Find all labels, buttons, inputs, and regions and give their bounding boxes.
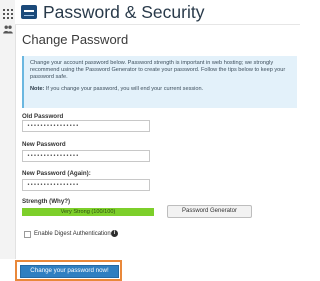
new-password-again-input[interactable]: ••••••••••••••••	[22, 179, 150, 191]
submit-highlight: Change your password now!	[15, 260, 122, 281]
users-icon[interactable]	[3, 25, 13, 34]
note-label: Note:	[30, 85, 45, 92]
digest-auth-checkbox[interactable]	[24, 231, 31, 238]
strength-text: Very Strong (100/100)	[60, 209, 116, 215]
grid-icon[interactable]	[3, 9, 13, 19]
digest-auth-label[interactable]: Enable Digest Authentication	[34, 230, 111, 238]
note-text: If you change your password, you will en…	[44, 85, 204, 92]
note-line: Note: If you change your password, you w…	[30, 86, 291, 93]
old-password-input[interactable]: ••••••••••••••••	[22, 120, 150, 132]
info-text: Change your account password below. Pass…	[30, 60, 286, 81]
new-password-label: New Password	[22, 141, 66, 148]
section-title: Change Password	[22, 32, 129, 47]
left-sidebar	[0, 0, 16, 259]
strength-label[interactable]: Strength (Why?)	[22, 198, 70, 205]
password-generator-button[interactable]: Password Generator	[167, 205, 252, 218]
app-logo-icon	[21, 5, 37, 19]
page-header: Password & Security	[15, 0, 300, 25]
change-password-button[interactable]: Change your password now!	[20, 265, 119, 278]
info-box: Change your account password below. Pass…	[22, 56, 297, 108]
info-icon[interactable]: i	[111, 230, 118, 237]
new-password-again-label: New Password (Again):	[22, 170, 91, 177]
old-password-label: Old Password	[22, 113, 64, 120]
page-title: Password & Security	[43, 2, 205, 22]
new-password-input[interactable]: ••••••••••••••••	[22, 150, 150, 162]
strength-meter: Very Strong (100/100)	[22, 208, 154, 216]
